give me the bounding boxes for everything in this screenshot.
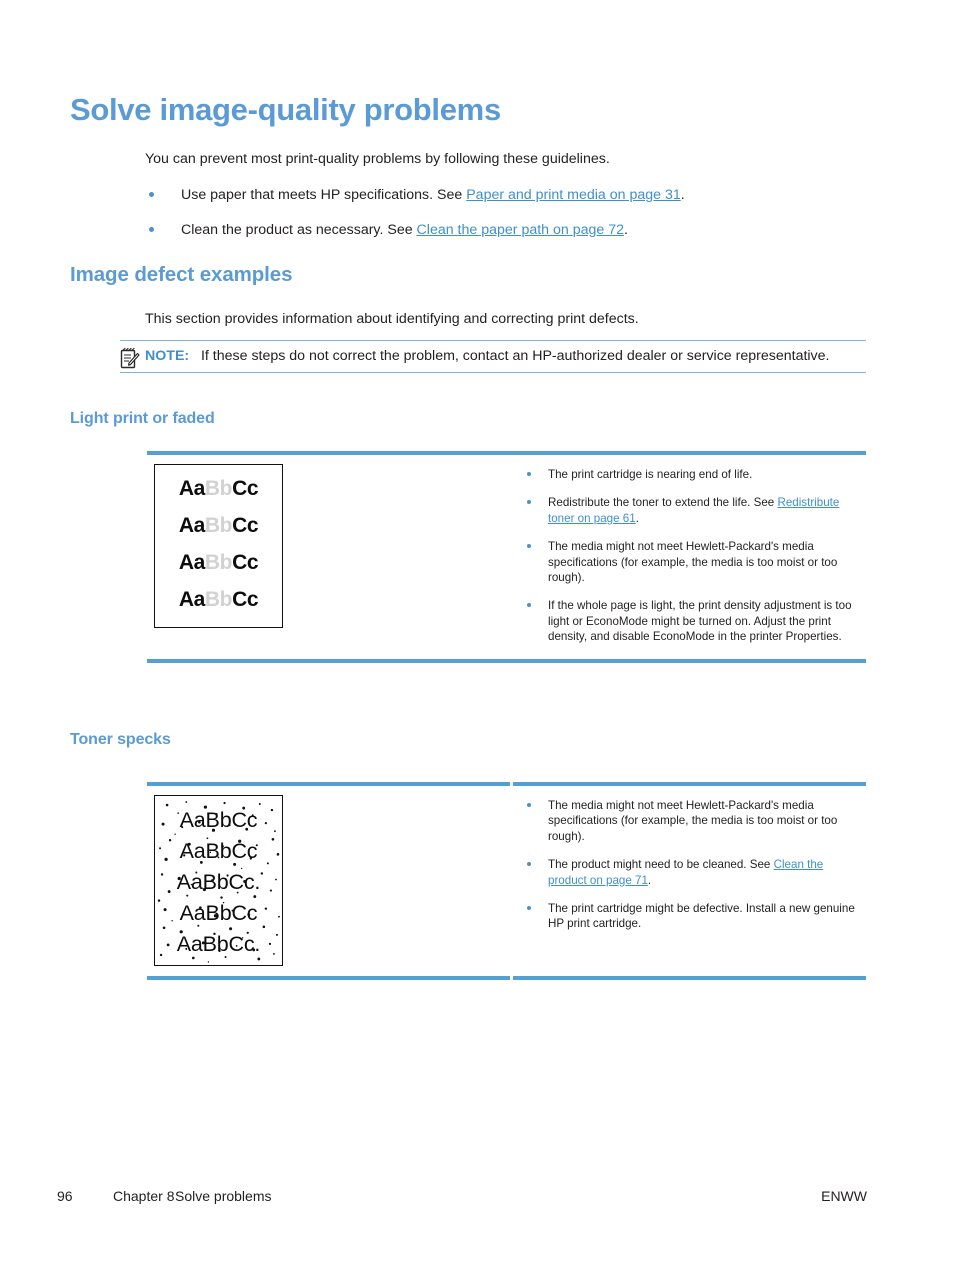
bullet-dot-icon xyxy=(149,227,154,232)
subsection-heading-light-print-or-faded: Light print or faded xyxy=(70,410,215,427)
sample-line: AaBbCc xyxy=(178,477,259,500)
page-title: Solve image-quality problems xyxy=(70,92,501,127)
list-item-text-post: . xyxy=(635,511,639,525)
link-paper-and-print-media[interactable]: Paper and print media on page 31 xyxy=(466,187,681,203)
document-page: Solve image-quality problems You can pre… xyxy=(0,0,954,1270)
list-item-text-post: . xyxy=(624,222,628,238)
table-cell-causes: The media might not meet Hewlett-Packard… xyxy=(510,786,866,946)
subsection-heading-toner-specks: Toner specks xyxy=(70,731,171,748)
sample-line: AaBbCc xyxy=(178,588,259,611)
list-item-text-pre: Use paper that meets HP specifications. … xyxy=(181,187,467,203)
sample-line: AaBbCc xyxy=(178,551,259,574)
table-cell-sample: AaBbCc AaBbCc AaBbCc. AaBbCc AaBbCc. xyxy=(147,786,510,976)
list-item-text-pre: The print cartridge is nearing end of li… xyxy=(548,468,753,481)
bullet-dot-icon xyxy=(527,472,531,476)
bullet-dot-icon xyxy=(149,192,154,197)
list-item-text-pre: The media might not meet Hewlett-Packard… xyxy=(548,799,838,843)
sample-line: AaBbCc. xyxy=(176,932,261,956)
defect-table-toner-specks: AaBbCc AaBbCc AaBbCc. AaBbCc AaBbCc. The… xyxy=(147,782,866,980)
footer-edition: ENWW xyxy=(821,1188,867,1204)
bullet-dot-icon xyxy=(527,544,531,549)
list-item: The print cartridge might be defective. … xyxy=(510,901,866,932)
list-item: Redistribute the toner to extend the lif… xyxy=(510,495,866,526)
note-body: NOTE: If these steps do not correct the … xyxy=(120,341,866,372)
list-item-text-pre: The print cartridge might be defective. … xyxy=(548,902,855,931)
bullet-dot-icon xyxy=(527,906,531,911)
intro-paragraph: You can prevent most print-quality probl… xyxy=(145,151,610,167)
list-item: If the whole page is light, the print de… xyxy=(510,598,866,644)
table-cell-sample: AaBbCc AaBbCc AaBbCc AaBbCc AaBbCc xyxy=(147,455,510,638)
sample-line: AaBbCc. xyxy=(176,870,261,894)
table-cell-causes: The print cartridge is nearing end of li… xyxy=(510,455,866,659)
list-item-text-post: . xyxy=(680,187,685,203)
sample-line: AaBbCc xyxy=(155,622,282,627)
list-item: Use paper that meets HP specifications. … xyxy=(145,185,865,207)
sample-line: AaBbCc xyxy=(179,808,258,832)
footer-chapter: Chapter 8 xyxy=(113,1188,175,1204)
table-row: AaBbCc AaBbCc AaBbCc. AaBbCc AaBbCc. The… xyxy=(147,786,866,976)
note-pencil-icon xyxy=(120,347,140,369)
list-item: The media might not meet Hewlett-Packard… xyxy=(510,798,866,844)
list-item-text-pre: The product might need to be cleaned. Se… xyxy=(548,858,774,872)
bullet-dot-icon xyxy=(527,603,531,608)
table-row: AaBbCc AaBbCc AaBbCc AaBbCc AaBbCc The p… xyxy=(147,455,866,659)
note-rule-bottom xyxy=(120,372,866,373)
list-item-text-pre: The media might not meet Hewlett-Packard… xyxy=(548,540,838,585)
list-item-text-pre: Redistribute the toner to extend the lif… xyxy=(548,496,778,510)
list-item-text-post: . xyxy=(647,873,652,887)
list-item-text-pre: Clean the product as necessary. See xyxy=(181,222,417,238)
footer-page-number: 96 xyxy=(57,1188,73,1204)
list-item-text-pre: If the whole page is light, the print de… xyxy=(548,599,852,644)
list-item: The product might need to be cleaned. Se… xyxy=(510,857,866,888)
defect-sample-image-light-print: AaBbCc AaBbCc AaBbCc AaBbCc AaBbCc xyxy=(154,464,283,628)
note-text: If these steps do not correct the proble… xyxy=(200,348,830,364)
sample-line: AaBbCc xyxy=(179,901,258,925)
table-rule-bottom xyxy=(147,976,866,980)
guidelines-list: Use paper that meets HP specifications. … xyxy=(145,185,865,255)
causes-list-toner-specks: The media might not meet Hewlett-Packard… xyxy=(510,798,866,932)
sample-line: AaBbCc xyxy=(179,839,258,863)
bullet-dot-icon xyxy=(527,500,531,505)
causes-list-light-print: The print cartridge is nearing end of li… xyxy=(510,467,866,645)
note-label: NOTE: xyxy=(145,348,190,364)
section-heading-image-defect-examples: Image defect examples xyxy=(70,263,293,286)
list-item: Clean the product as necessary. See Clea… xyxy=(145,220,865,242)
list-item: The print cartridge is nearing end of li… xyxy=(510,467,866,482)
bullet-dot-icon xyxy=(527,862,531,867)
defect-table-light-print: AaBbCc AaBbCc AaBbCc AaBbCc AaBbCc The p… xyxy=(147,451,866,663)
defect-sample-image-toner-specks: AaBbCc AaBbCc AaBbCc. AaBbCc AaBbCc. xyxy=(154,795,283,966)
sample-line: AaBbCc xyxy=(178,514,259,537)
bullet-dot-icon xyxy=(527,803,531,807)
note-admonition: NOTE: If these steps do not correct the … xyxy=(120,340,866,373)
section-paragraph: This section provides information about … xyxy=(145,311,639,327)
note-text-wrapper: NOTE: If these steps do not correct the … xyxy=(120,346,866,366)
link-clean-the-paper-path[interactable]: Clean the paper path on page 72 xyxy=(417,222,624,238)
list-item: The media might not meet Hewlett-Packard… xyxy=(510,539,866,585)
page-footer: 96 Chapter 8 Solve problems ENWW xyxy=(57,1188,867,1204)
table-rule-bottom xyxy=(147,658,866,663)
footer-chapter-title: Solve problems xyxy=(175,1188,272,1204)
